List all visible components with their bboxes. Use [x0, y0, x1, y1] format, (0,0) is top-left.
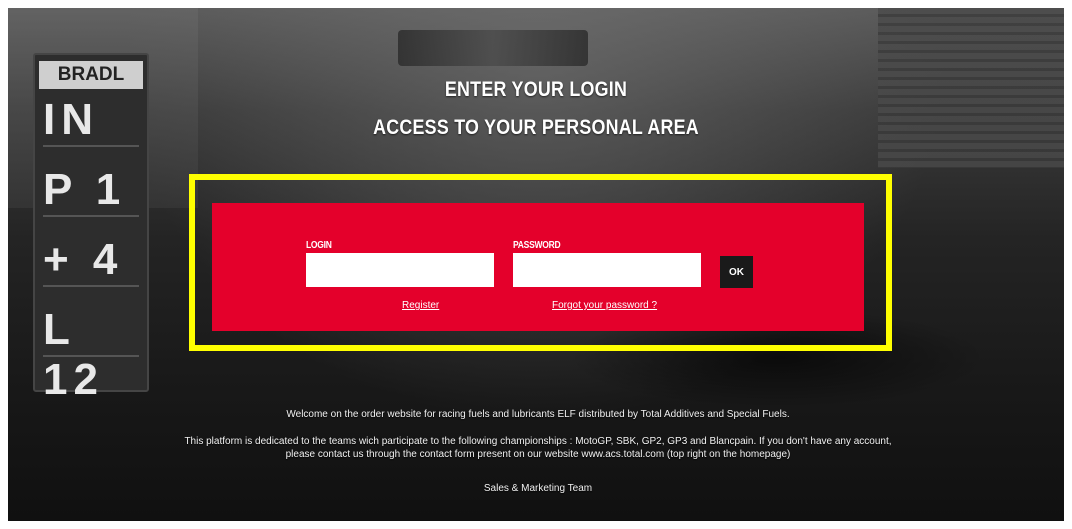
pit-board-line: P 1 — [43, 165, 139, 217]
login-panel: LOGIN PASSWORD OK Register Forgot your p… — [212, 203, 864, 331]
password-input[interactable] — [513, 253, 701, 287]
welcome-text: Welcome on the order website for racing … — [286, 409, 790, 420]
ok-button[interactable]: OK — [720, 256, 753, 288]
login-label: LOGIN — [306, 240, 332, 251]
platform-info-text: This platform is dedicated to the teams … — [184, 436, 892, 460]
register-link[interactable]: Register — [402, 300, 439, 311]
background-scene: BRADL IN P 1 + 4 L 12 ENTER YOUR LOGIN A… — [8, 8, 1064, 521]
pit-board-line: L 12 — [43, 305, 139, 404]
forgot-password-link[interactable]: Forgot your password ? — [552, 300, 657, 311]
login-input[interactable] — [306, 253, 494, 287]
page-title: ENTER YOUR LOGIN — [444, 78, 628, 101]
team-signature: Sales & Marketing Team — [483, 483, 593, 494]
password-label: PASSWORD — [513, 240, 561, 251]
pit-board-line: + 4 — [43, 235, 139, 287]
sponsor-banner — [398, 30, 588, 66]
pit-board: BRADL IN P 1 + 4 L 12 — [33, 53, 149, 404]
page-subtitle: ACCESS TO YOUR PERSONAL AREA — [373, 116, 699, 139]
